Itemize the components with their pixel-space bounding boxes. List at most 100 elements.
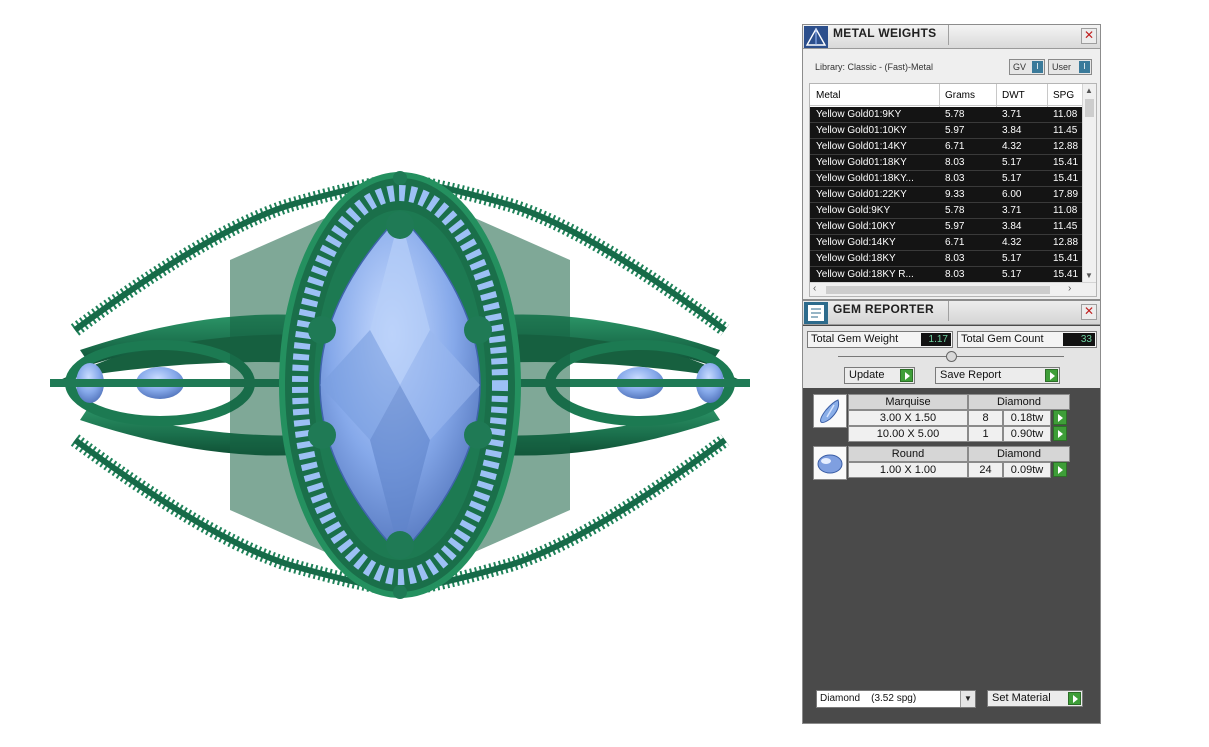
column-header-grams[interactable]: Grams [945,90,975,101]
table-header: Metal Grams DWT SPG [810,84,1084,106]
total-gem-weight: Total Gem Weight 1.17 [807,331,953,348]
select-gems-button[interactable] [1053,410,1067,425]
grams-value: 6.71 [945,237,965,248]
metal-name: Yellow Gold:14KY [816,237,896,248]
scroll-up-icon[interactable]: ▲ [1085,86,1093,95]
total-gem-count: Total Gem Count 33 [957,331,1097,348]
round-gem-icon[interactable] [813,446,847,480]
gem-list: Marquise Diamond 3.00 X 1.50 8 0.18tw 10… [803,388,1100,673]
metal-weights-table[interactable]: Metal Grams DWT SPG Yellow Gold01:9KY 5.7… [809,83,1097,297]
table-row[interactable]: Yellow Gold01:22KY 9.33 6.00 17.89 [810,187,1084,203]
vertical-scrollbar[interactable]: ▲ ▼ [1082,84,1096,282]
gem-weight: 0.09tw [1003,462,1051,478]
select-gems-button[interactable] [1053,462,1067,477]
horizontal-scroll-thumb[interactable] [826,286,1050,294]
gem-count: 8 [968,410,1003,426]
user-toggle-label: User [1052,62,1072,72]
metal-name: Yellow Gold01:9KY [816,109,902,120]
update-button[interactable]: Update [844,367,915,384]
scroll-down-icon[interactable]: ▼ [1085,271,1093,280]
spg-value: 17.89 [1053,189,1079,200]
pyramid-icon [804,26,828,48]
scroll-right-icon[interactable]: › [1068,283,1071,294]
dwt-value: 3.71 [1002,205,1022,216]
horizontal-scrollbar[interactable]: ‹ › [810,282,1096,296]
dwt-value: 5.17 [1002,269,1022,280]
grams-value: 8.03 [945,157,965,168]
gem-count: 1 [968,426,1003,442]
gem-size: 1.00 X 1.00 [848,462,968,478]
total-gem-weight-label: Total Gem Weight [811,333,899,345]
chevron-down-icon[interactable]: ▼ [960,691,975,707]
column-header-metal[interactable]: Metal [816,90,840,101]
gem-weight: 0.18tw [1003,410,1051,426]
table-row[interactable]: Yellow Gold01:9KY 5.78 3.71 11.08 [810,107,1084,123]
metal-name: Yellow Gold:10KY [816,221,896,232]
grams-value: 8.03 [945,269,965,280]
vertical-scroll-thumb[interactable] [1085,99,1094,117]
play-icon [900,369,913,382]
table-row[interactable]: Yellow Gold01:14KY 6.71 4.32 12.88 [810,139,1084,155]
gem-cut-round: Round [848,446,968,462]
gv-toggle[interactable]: GV I [1009,59,1045,75]
table-row[interactable]: Yellow Gold:18KY 8.03 5.17 15.41 [810,251,1084,267]
metal-weights-panel: METAL WEIGHTS ✕ Library: Classic - (Fast… [802,24,1101,300]
select-gems-button[interactable] [1053,426,1067,441]
dwt-value: 3.84 [1002,125,1022,136]
set-material-button-label: Set Material [992,692,1051,704]
set-material-button[interactable]: Set Material [987,690,1083,707]
user-toggle[interactable]: User I [1048,59,1092,75]
material-select[interactable]: Diamond (3.52 spg) ▼ [816,690,976,708]
close-button[interactable]: ✕ [1081,28,1097,44]
table-row[interactable]: Yellow Gold:14KY 6.71 4.32 12.88 [810,235,1084,251]
spg-value: 15.41 [1053,157,1079,168]
dwt-value: 4.32 [1002,237,1022,248]
table-row[interactable]: Yellow Gold01:18KY 8.03 5.17 15.41 [810,155,1084,171]
gem-reporter-panel: GEM REPORTER ✕ Total Gem Weight 1.17 Tot… [802,300,1101,724]
table-row[interactable]: Yellow Gold:10KY 5.97 3.84 11.45 [810,219,1084,235]
close-button[interactable]: ✕ [1081,304,1097,320]
table-row[interactable]: Yellow Gold:18KY R... 8.03 5.17 15.41 [810,267,1084,283]
spg-value: 11.45 [1053,221,1078,232]
spg-value: 11.08 [1053,109,1078,120]
spg-value: 11.45 [1053,125,1078,136]
grams-value: 8.03 [945,173,965,184]
gem-summary: Total Gem Weight 1.17 Total Gem Count 33… [803,326,1100,388]
metal-name: Yellow Gold01:18KY [816,157,907,168]
scroll-left-icon[interactable]: ‹ [813,283,816,294]
column-header-spg[interactable]: SPG [1053,90,1074,101]
table-row[interactable]: Yellow Gold01:10KY 5.97 3.84 11.45 [810,123,1084,139]
metal-weights-titlebar[interactable]: METAL WEIGHTS ✕ [803,25,1100,49]
update-button-label: Update [849,369,885,381]
gem-weight: 0.90tw [1003,426,1051,442]
dwt-value: 3.84 [1002,221,1022,232]
grams-value: 6.71 [945,141,965,152]
gem-size: 10.00 X 5.00 [848,426,968,442]
grams-value: 5.78 [945,205,965,216]
save-report-button-label: Save Report [940,369,1002,381]
ring-model [50,171,750,599]
user-toggle-knob: I [1079,61,1090,73]
marquise-gem-icon[interactable] [813,394,847,428]
splitter-handle[interactable] [946,351,957,362]
gem-cut-marquise: Marquise [848,394,968,410]
3d-viewport[interactable] [0,0,790,747]
table-row[interactable]: Yellow Gold:9KY 5.78 3.71 11.08 [810,203,1084,219]
play-icon [1068,692,1081,705]
save-report-button[interactable]: Save Report [935,367,1060,384]
metal-name: Yellow Gold01:10KY [816,125,907,136]
panel-title: GEM REPORTER [833,302,934,316]
total-gem-count-label: Total Gem Count [961,333,1044,345]
spg-value: 15.41 [1053,173,1079,184]
dwt-value: 6.00 [1002,189,1022,200]
spg-value: 11.08 [1053,205,1078,216]
table-row[interactable]: Yellow Gold01:18KY... 8.03 5.17 15.41 [810,171,1084,187]
dwt-value: 3.71 [1002,109,1022,120]
panel-title: METAL WEIGHTS [833,26,937,40]
column-header-dwt[interactable]: DWT [1002,90,1025,101]
metal-name: Yellow Gold:18KY [816,253,896,264]
gem-material-marquise: Diamond [968,394,1070,410]
library-label: Library: Classic - (Fast)-Metal [815,62,934,72]
grams-value: 5.97 [945,125,965,136]
gem-reporter-titlebar[interactable]: GEM REPORTER ✕ [803,301,1100,325]
